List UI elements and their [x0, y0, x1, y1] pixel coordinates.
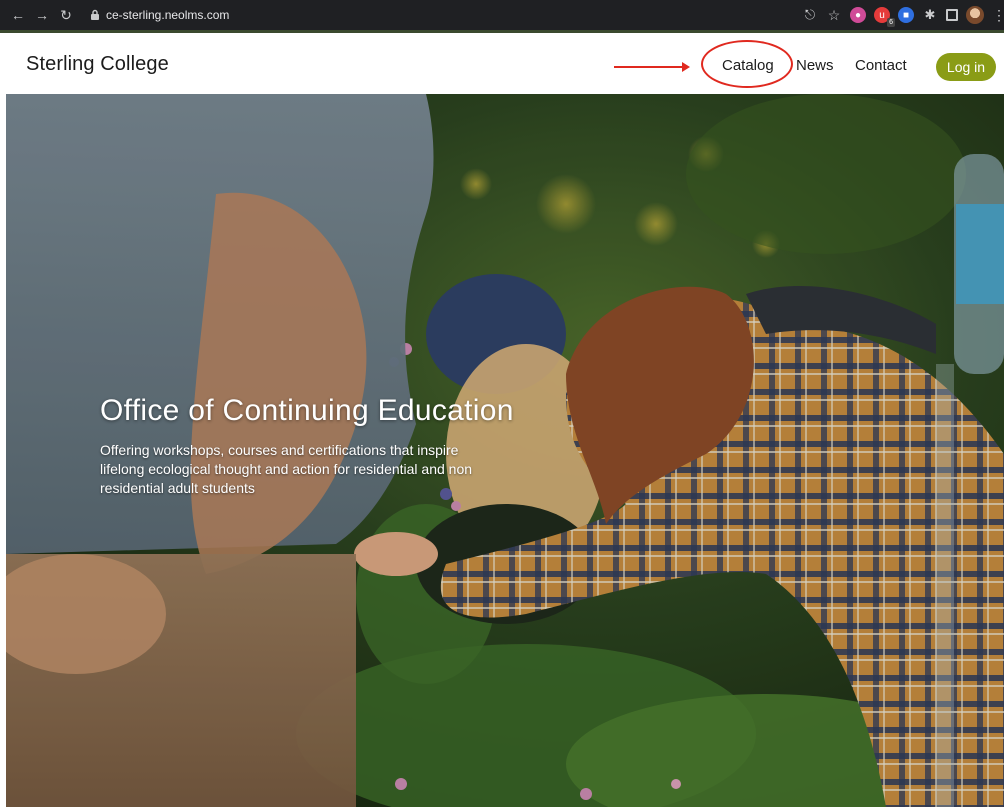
- site-header: Sterling College Catalog News Contact Lo…: [0, 30, 1004, 94]
- extension-icon[interactable]: ●: [850, 7, 866, 23]
- back-icon[interactable]: ←: [8, 5, 28, 25]
- nav-contact-link[interactable]: Contact: [855, 57, 907, 74]
- share-icon[interactable]: ⎋: [802, 7, 818, 23]
- extension-badge: 6: [887, 18, 895, 27]
- extension-icon[interactable]: ■: [898, 7, 914, 23]
- reload-icon[interactable]: ↻: [56, 5, 76, 25]
- hero-subtitle: Offering workshops, courses and certific…: [100, 442, 473, 496]
- star-icon[interactable]: ☆: [826, 7, 842, 23]
- side-panel-icon[interactable]: [946, 9, 958, 21]
- address-bar[interactable]: ce-sterling.neolms.com: [88, 4, 830, 26]
- extension-icon[interactable]: u6: [874, 7, 895, 27]
- browser-toolbar: ← → ↻ ce-sterling.neolms.com ⎋ ☆ ● u6 ■ …: [0, 0, 1004, 30]
- brand-logo-text[interactable]: Sterling College: [26, 53, 169, 76]
- annotation-arrow-icon: [614, 62, 690, 72]
- nav-news-link[interactable]: News: [796, 57, 834, 74]
- hero-title: Office of Continuing Education: [100, 394, 514, 427]
- login-button[interactable]: Log in: [936, 53, 996, 81]
- profile-avatar[interactable]: [966, 6, 984, 24]
- forward-icon[interactable]: →: [32, 5, 52, 25]
- puzzle-icon[interactable]: ✱: [922, 7, 938, 23]
- url-text: ce-sterling.neolms.com: [106, 8, 230, 22]
- lock-icon: [88, 8, 102, 22]
- hero-banner: Office of Continuing Education Offering …: [6, 94, 1004, 807]
- menu-kebab-icon[interactable]: ⋮: [992, 7, 1004, 24]
- nav-catalog-link[interactable]: Catalog: [722, 57, 774, 74]
